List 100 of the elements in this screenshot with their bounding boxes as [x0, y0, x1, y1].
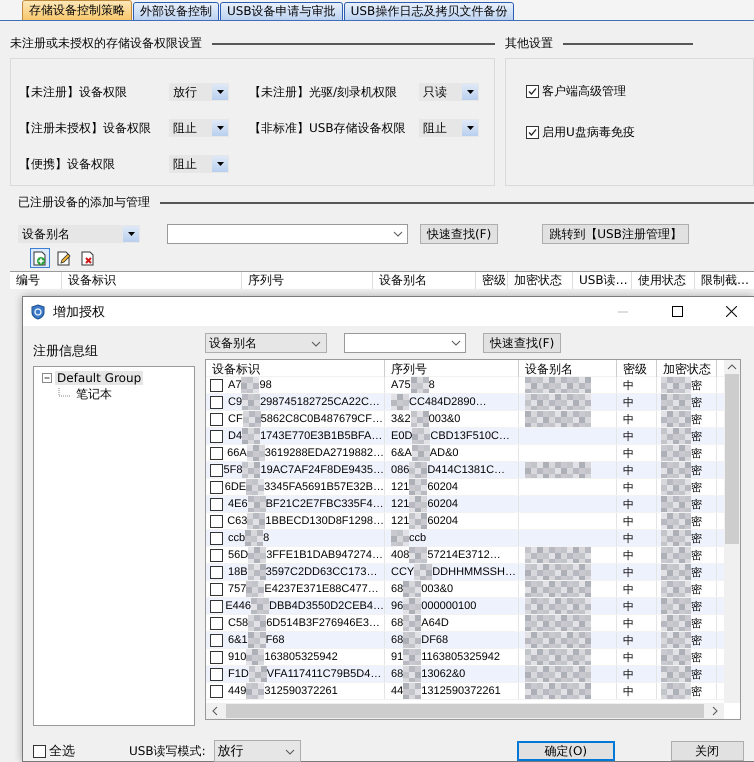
cell-text: 中 — [623, 600, 634, 614]
checkbox[interactable] — [210, 396, 223, 408]
checkbox[interactable] — [210, 532, 223, 544]
column-header[interactable]: 密级 — [476, 272, 508, 289]
cell-text: 密 — [691, 446, 702, 460]
checkbox[interactable] — [210, 412, 223, 426]
search-input[interactable] — [344, 333, 466, 353]
checkbox[interactable] — [210, 430, 223, 442]
cell-text: 57214E3712… — [427, 549, 501, 561]
column-header[interactable]: USB读… — [573, 272, 632, 289]
mode-dropdown[interactable]: 放行 — [214, 740, 301, 762]
column-header[interactable]: 限制截… — [695, 272, 754, 289]
column-header[interactable]: 使用状态 — [632, 272, 695, 289]
chevron-icon — [727, 364, 737, 370]
permission-dropdown[interactable]: 放行 — [169, 83, 229, 101]
permission-dropdown[interactable]: 阻止 — [169, 119, 229, 137]
blur-patch — [525, 615, 591, 631]
blur-patch — [661, 377, 691, 393]
blur-patch — [391, 394, 409, 410]
checkmark-icon — [528, 128, 537, 137]
permission-dropdown[interactable]: 阻止 — [419, 119, 479, 137]
cell-text: 密 — [691, 396, 702, 410]
checkbox[interactable] — [526, 126, 539, 139]
checkbox[interactable] — [210, 582, 223, 596]
jump-button[interactable]: 跳转到【USB注册管理】 — [542, 224, 689, 244]
search-field-dropdown[interactable]: 设备别名 — [205, 333, 327, 353]
cell-text: 910 — [228, 651, 246, 663]
blur-patch — [403, 581, 422, 597]
search-field-dropdown[interactable]: 设备别名 — [18, 225, 140, 243]
section-title: 未注册或未授权的存储设备权限设置 — [10, 35, 202, 52]
column-header[interactable]: 序列号 — [242, 272, 373, 289]
blur-patch — [661, 479, 691, 495]
search-input[interactable] — [167, 224, 408, 244]
column-header[interactable]: 设备标识 — [62, 272, 242, 289]
cell-text: 086 — [391, 464, 410, 476]
blur-patch — [242, 411, 261, 427]
cell-text: 91 — [391, 651, 404, 663]
horizontal-scrollbar[interactable] — [206, 703, 724, 719]
quick-search-button[interactable]: 快速查找(F) — [483, 333, 562, 353]
tab[interactable]: USB设备申请与审批 — [220, 2, 343, 20]
cell-text: 66A — [227, 447, 247, 459]
checkbox[interactable] — [33, 744, 46, 758]
column-header[interactable]: 加密状态 — [508, 272, 573, 289]
permission-dropdown[interactable]: 只读 — [419, 83, 479, 101]
tree-item[interactable]: Default Group — [55, 371, 144, 385]
cell-text: 312590372261 — [264, 685, 338, 697]
blur-patch — [248, 496, 266, 512]
close-dialog-button[interactable]: 关闭 — [670, 741, 744, 761]
checkbox[interactable] — [210, 650, 223, 664]
cell-text: DF68 — [421, 634, 448, 646]
blur-patch — [661, 598, 691, 614]
blur-patch — [661, 581, 691, 597]
cell-text: A64D — [421, 617, 449, 629]
checkbox[interactable] — [210, 514, 223, 528]
checkbox[interactable] — [210, 464, 223, 476]
checkbox[interactable] — [526, 85, 539, 98]
checkbox[interactable] — [210, 616, 223, 630]
blur-patch — [525, 683, 591, 699]
checkbox[interactable] — [210, 378, 223, 392]
permission-dropdown[interactable]: 阻止 — [169, 155, 229, 173]
tree-item[interactable]: 笔记本 — [74, 386, 114, 402]
blur-patch — [403, 666, 422, 682]
cell-text: 003&0 — [428, 413, 460, 425]
blur-patch — [251, 598, 270, 614]
blur-patch — [525, 377, 591, 393]
cell-text: 中 — [623, 616, 634, 630]
dialog-title: 增加授权 — [53, 304, 106, 320]
checkbox[interactable] — [210, 634, 223, 646]
cell-text: 3597C2DD63CC173… — [266, 566, 378, 578]
collapse-icon[interactable] — [42, 372, 53, 384]
chevron-icon — [451, 340, 461, 346]
tab[interactable]: 外部设备控制 — [133, 2, 219, 20]
checkbox[interactable] — [210, 668, 223, 680]
maximize-icon[interactable] — [672, 306, 682, 317]
tab[interactable]: 存储设备控制策略 — [22, 0, 132, 20]
cell-text: 6&A — [391, 447, 412, 459]
blur-patch — [246, 581, 264, 597]
vertical-scrollbar[interactable] — [724, 360, 740, 703]
ok-button[interactable]: 确定(O) — [516, 741, 615, 761]
cell-text: 449 — [228, 685, 246, 697]
cell-text: 中 — [623, 668, 634, 682]
column-header[interactable]: 设备别名 — [373, 272, 476, 289]
quick-search-button[interactable]: 快速查找(F) — [420, 224, 498, 244]
column-header[interactable]: 编号 — [10, 272, 62, 289]
checkbox[interactable] — [210, 446, 223, 460]
checkbox[interactable] — [210, 498, 223, 510]
cell-text: 1BBECD130D8F1298… — [265, 515, 384, 527]
checkbox[interactable] — [210, 600, 223, 612]
checkbox[interactable] — [210, 548, 223, 562]
close-icon[interactable] — [726, 306, 736, 317]
tab[interactable]: USB操作日志及拷贝文件备份 — [344, 2, 514, 20]
cell-text: E0D — [391, 430, 412, 442]
cell-text: 3&2 — [391, 413, 411, 425]
checkbox[interactable] — [210, 684, 223, 698]
cell-text: D414C1381C… — [427, 464, 506, 476]
checkbox[interactable] — [210, 480, 223, 494]
add-icon[interactable] — [30, 248, 50, 268]
checkbox[interactable] — [210, 566, 223, 578]
cell-text: 中 — [623, 378, 634, 392]
cell-text: CBD13F510C… — [430, 430, 510, 442]
